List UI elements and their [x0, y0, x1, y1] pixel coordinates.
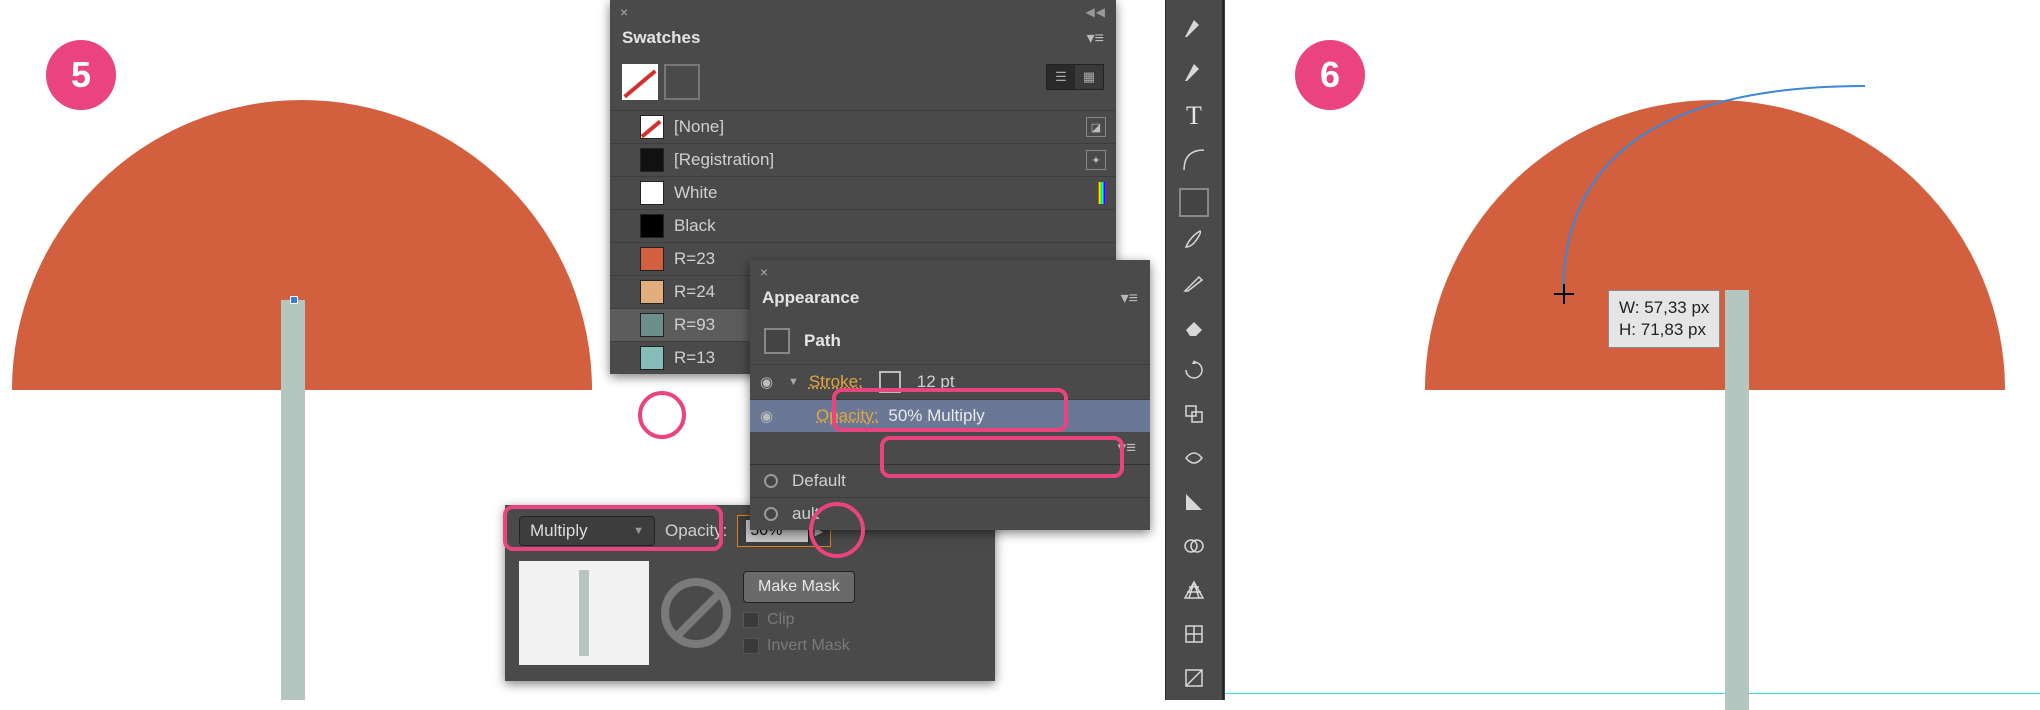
arc-tool[interactable] [1173, 140, 1215, 180]
blend-mode-dropdown[interactable]: Multiply ▼ [519, 516, 655, 546]
list-view-button[interactable]: ☰ [1047, 65, 1075, 89]
swatch-label: White [674, 183, 717, 203]
mesh-tool[interactable] [1173, 614, 1215, 654]
chevron-down-icon: ▼ [633, 525, 644, 537]
panel-header[interactable]: × ◀◀ [610, 0, 1116, 22]
appearance-path-row[interactable]: Path [750, 318, 1150, 364]
default-label-partial: ault [792, 504, 819, 524]
tools-panel[interactable]: T [1165, 0, 1223, 700]
swatch-type-icon: ✦ [1086, 150, 1106, 170]
panel-menu-icon[interactable]: ▾≡ [1087, 28, 1104, 48]
swatch-chip [640, 280, 664, 304]
swatch-label: R=23 [674, 249, 715, 269]
panel-header[interactable]: × [750, 260, 1150, 282]
clip-checkbox[interactable]: Clip [743, 611, 855, 629]
stroke-attribute-row[interactable]: ◉ ▼ Stroke: 12 pt [750, 364, 1150, 399]
gradient-tool[interactable] [1173, 658, 1215, 698]
swatch-label: R=24 [674, 282, 715, 302]
stroke-label[interactable]: Stroke: [809, 372, 863, 392]
mushroom-stem [1725, 290, 1749, 710]
shape-builder-tool[interactable] [1173, 526, 1215, 566]
swatch-chip [640, 346, 664, 370]
stroke-color-well[interactable] [879, 371, 901, 393]
swatch-preview-row: ☰ ▦ [610, 58, 1116, 110]
default-row[interactable]: Default [750, 464, 1150, 497]
swatch-chip [640, 181, 664, 205]
pencil-tool[interactable] [1173, 263, 1215, 303]
swatch-row-none[interactable]: [None] ◪ [610, 110, 1116, 143]
measurement-tooltip: W: 57,33 px H: 71,83 px [1608, 290, 1720, 348]
color-mode-indicator [1098, 182, 1106, 204]
radio-icon [764, 474, 778, 488]
anchor-point[interactable] [290, 296, 298, 304]
visibility-icon[interactable]: ◉ [760, 373, 778, 391]
swatch-label: R=93 [674, 315, 715, 335]
default-row-partial[interactable]: ault [750, 497, 1150, 530]
swatch-label: [None] [674, 117, 724, 137]
invert-mask-checkbox[interactable]: Invert Mask [743, 637, 855, 655]
arc-path [1555, 76, 1885, 306]
panel-title: Swatches [622, 28, 700, 48]
guide-horizontal [1225, 693, 2040, 694]
width-tool[interactable] [1173, 438, 1215, 478]
opacity-value: 50% Multiply [888, 406, 984, 426]
highlight-swatch-chip [638, 391, 686, 439]
swatch-label: Black [674, 216, 716, 236]
swatch-row-white[interactable]: White [610, 176, 1116, 209]
type-tool[interactable]: T [1173, 96, 1215, 136]
swatch-label: R=13 [674, 348, 715, 368]
swatch-chip [640, 313, 664, 337]
disclosure-icon[interactable]: ▼ [788, 376, 799, 388]
fill-swatch-none[interactable] [622, 64, 658, 100]
swatch-chip [640, 115, 664, 139]
step-badge-5: 5 [46, 40, 116, 110]
visibility-icon[interactable]: ◉ [760, 407, 778, 425]
collapse-icon[interactable]: ◀◀ [1086, 5, 1106, 19]
free-transform-tool[interactable] [1173, 482, 1215, 522]
opacity-attribute-row[interactable]: ◉ Opacity: 50% Multiply [750, 399, 1150, 432]
swatch-type-icon: ◪ [1086, 117, 1106, 137]
opacity-label: Opacity: [665, 521, 727, 541]
swatch-row-registration[interactable]: [Registration] ✦ [610, 143, 1116, 176]
perspective-grid-tool[interactable] [1173, 570, 1215, 610]
paintbrush-tool[interactable] [1173, 219, 1215, 259]
close-icon[interactable]: × [760, 264, 768, 280]
radio-icon [764, 507, 778, 521]
swatch-chip [640, 148, 664, 172]
blend-mode-value: Multiply [530, 521, 588, 541]
stroke-value: 12 pt [917, 372, 955, 392]
opacity-label[interactable]: Opacity: [816, 406, 878, 426]
make-mask-button[interactable]: Make Mask [743, 571, 855, 603]
panel-title-bar: Appearance ▾≡ [750, 282, 1150, 318]
step-badge-6: 6 [1295, 40, 1365, 110]
mask-preview[interactable] [519, 561, 649, 665]
transparency-panel[interactable]: Multiply ▼ Opacity: ▶ Make Mask Clip Inv… [505, 505, 995, 681]
swatch-chip [640, 247, 664, 271]
scale-tool[interactable] [1173, 394, 1215, 434]
eraser-tool[interactable] [1173, 306, 1215, 346]
mushroom-stem [281, 300, 305, 700]
view-toggle[interactable]: ☰ ▦ [1046, 64, 1104, 90]
close-icon[interactable]: × [620, 4, 628, 20]
swatch-row-black[interactable]: Black [610, 209, 1116, 242]
no-mask-icon [661, 578, 731, 648]
pen-tool[interactable] [1173, 8, 1215, 48]
panel-menu-icon[interactable]: ▾≡ [1121, 288, 1138, 308]
path-thumbnail [764, 328, 790, 354]
stroke-swatch[interactable] [664, 64, 700, 100]
path-label: Path [804, 331, 841, 351]
panel-title: Appearance [762, 288, 859, 308]
grid-view-button[interactable]: ▦ [1075, 65, 1103, 89]
appearance-submenu-icon[interactable]: ▾≡ [750, 432, 1150, 464]
swatch-label: [Registration] [674, 150, 774, 170]
rectangle-tool[interactable] [1179, 188, 1209, 217]
add-anchor-tool[interactable] [1173, 52, 1215, 92]
rotate-tool[interactable] [1173, 350, 1215, 390]
default-label: Default [792, 471, 846, 491]
panel-title-bar: Swatches ▾≡ [610, 22, 1116, 58]
swatch-chip [640, 214, 664, 238]
appearance-panel[interactable]: × Appearance ▾≡ Path ◉ ▼ Stroke: 12 pt ◉… [750, 260, 1150, 530]
